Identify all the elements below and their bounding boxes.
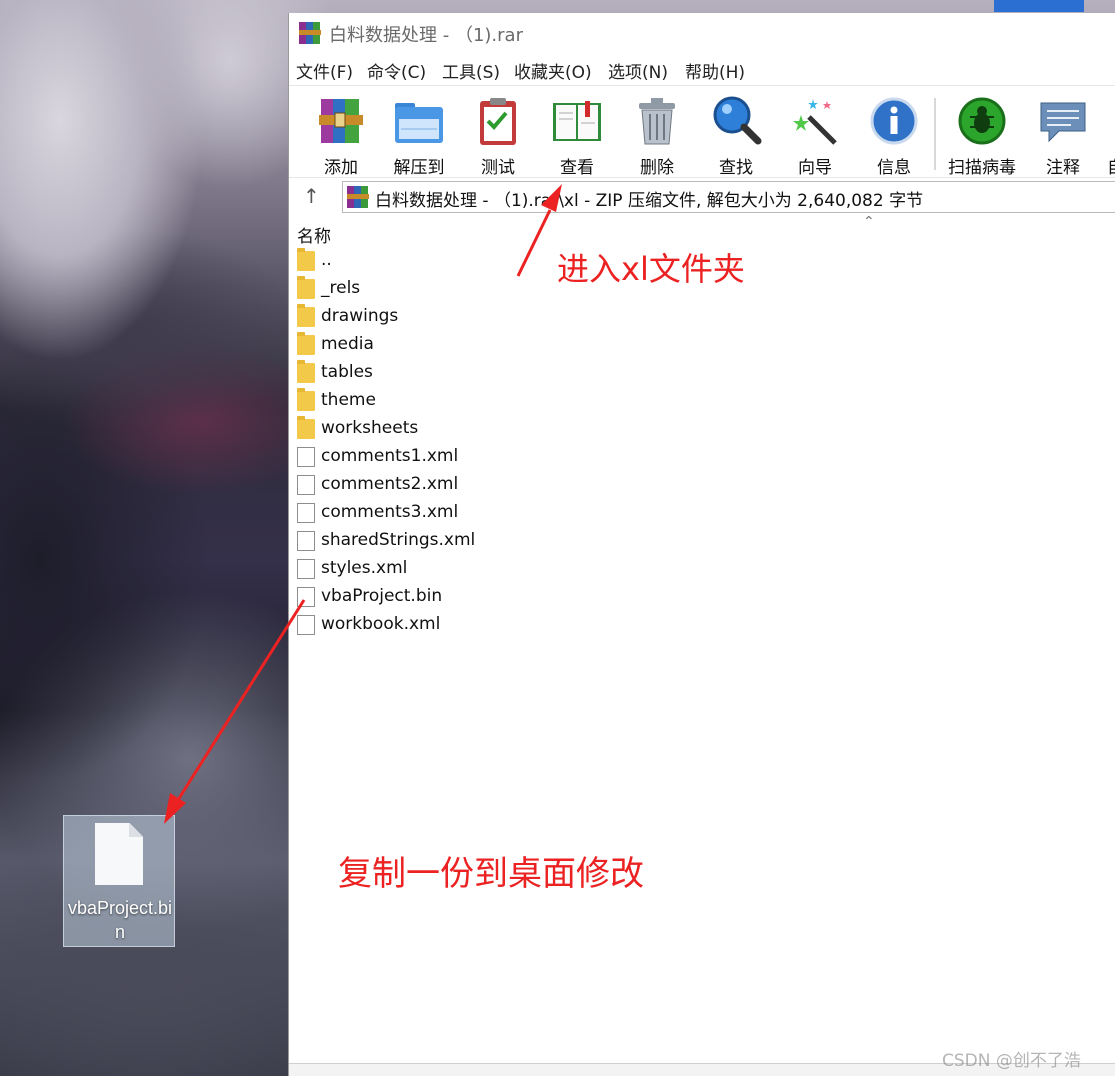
file-icon (297, 531, 315, 551)
file-row[interactable]: comments1.xml (289, 443, 1115, 471)
folder-row[interactable]: media (289, 331, 1115, 359)
toolbar-info-button[interactable]: 信息 (854, 92, 930, 178)
file-icon (297, 475, 315, 495)
menu-favorites[interactable]: 收藏夹(O) (514, 58, 592, 83)
address-bar-row: ↑ 白料数据处理 - （1).rar\xl - ZIP 压缩文件, 解包大小为 … (289, 177, 1115, 215)
folder-row[interactable]: theme (289, 387, 1115, 415)
file-name: vbaProject.bin (321, 586, 443, 606)
taskbar-edge (994, 0, 1084, 12)
toolbar-partial-button[interactable]: 自 (1097, 92, 1115, 178)
file-name: styles.xml (321, 558, 408, 578)
menu-tools[interactable]: 工具(S) (442, 58, 500, 83)
file-row[interactable]: workbook.xml (289, 611, 1115, 639)
file-name: theme (321, 390, 376, 410)
archive-icon (347, 186, 369, 208)
title-bar: 白料数据处理 - （1).rar (289, 13, 1115, 53)
address-field[interactable]: 白料数据处理 - （1).rar\xl - ZIP 压缩文件, 解包大小为 2,… (342, 181, 1115, 213)
file-icon (297, 587, 315, 607)
file-name: drawings (321, 306, 399, 326)
add-archive-icon (319, 99, 363, 143)
file-name: .. (321, 250, 332, 270)
magnifier-icon (713, 96, 762, 145)
folder-icon (297, 332, 315, 355)
file-row[interactable]: styles.xml (289, 555, 1115, 583)
folder-row[interactable]: tables (289, 359, 1115, 387)
file-icon (297, 503, 315, 523)
file-icon (297, 447, 315, 467)
folder-icon (297, 248, 315, 271)
toolbar-wizard-button[interactable]: 向导 (775, 92, 851, 178)
folder-icon (297, 388, 315, 411)
menu-file[interactable]: 文件(F) (296, 58, 353, 83)
address-text: 白料数据处理 - （1).rar\xl - ZIP 压缩文件, 解包大小为 2,… (375, 191, 924, 211)
desktop-icon-label: vbaProject.bin (67, 898, 173, 942)
info-icon (870, 97, 918, 145)
file-name: worksheets (321, 418, 419, 438)
file-name: media (321, 334, 374, 354)
folder-icon (297, 360, 315, 383)
annotation-copy-to-desktop: 复制一份到桌面修改 (338, 854, 644, 894)
sort-ascending-icon: ⌃ (863, 214, 875, 230)
file-row[interactable]: comments3.xml (289, 499, 1115, 527)
file-name: comments3.xml (321, 502, 459, 522)
view-book-icon (553, 101, 601, 141)
folder-icon (297, 276, 315, 299)
menu-help[interactable]: 帮助(H) (685, 58, 745, 83)
virus-scan-icon (958, 97, 1006, 145)
up-arrow-icon[interactable]: ↑ (303, 184, 325, 210)
file-icon (297, 615, 315, 635)
file-name: comments2.xml (321, 474, 459, 494)
file-row[interactable]: comments2.xml (289, 471, 1115, 499)
magic-wand-icon (793, 99, 837, 145)
comment-icon (1040, 102, 1086, 143)
trash-icon (639, 98, 675, 145)
file-name: tables (321, 362, 373, 382)
folder-row[interactable]: drawings (289, 303, 1115, 331)
file-icon (297, 559, 315, 579)
toolbar-extract-button[interactable]: 解压到 (379, 92, 455, 178)
folder-icon (297, 304, 315, 327)
toolbar-virus-scan-button[interactable]: 扫描病毒 (942, 92, 1018, 178)
winrar-window: 白料数据处理 - （1).rar 文件(F) 命令(C) 工具(S) 收藏夹(O… (288, 13, 1115, 1076)
file-name: _rels (321, 278, 361, 298)
toolbar-delete-button[interactable]: 删除 (617, 92, 693, 178)
file-name: comments1.xml (321, 446, 459, 466)
desktop-file-icon[interactable]: vbaProject.bin (63, 815, 175, 947)
toolbar-view-button[interactable]: 查看 (537, 92, 613, 178)
test-clipboard-icon (480, 98, 516, 145)
file-row[interactable]: sharedStrings.xml (289, 527, 1115, 555)
menu-commands[interactable]: 命令(C) (367, 58, 426, 83)
menu-bar: 文件(F) 命令(C) 工具(S) 收藏夹(O) 选项(N) 帮助(H) (289, 53, 1115, 85)
toolbar-add-button[interactable]: 添加 (301, 92, 377, 178)
annotation-enter-xl: 进入xl文件夹 (557, 250, 745, 288)
toolbar: 添加 解压到 测试 查看 删除 查找 向导 信息 扫描病毒 注释 (289, 85, 1115, 178)
extract-to-folder-icon (395, 103, 443, 143)
folder-icon (297, 416, 315, 439)
toolbar-test-button[interactable]: 测试 (458, 92, 534, 178)
file-row[interactable]: vbaProject.bin (289, 583, 1115, 611)
winrar-app-icon (299, 22, 321, 44)
window-title: 白料数据处理 - （1).rar (329, 25, 523, 46)
menu-options[interactable]: 选项(N) (608, 58, 668, 83)
file-name: workbook.xml (321, 614, 441, 634)
column-header-name[interactable]: 名称 (297, 222, 331, 247)
column-header-row: 名称 ⌃ (289, 214, 1115, 247)
toolbar-comment-button[interactable]: 注释 (1023, 92, 1099, 178)
folder-row[interactable]: worksheets (289, 415, 1115, 443)
watermark: CSDN @创不了浩 (942, 1051, 1081, 1071)
file-name: sharedStrings.xml (321, 530, 476, 550)
toolbar-find-button[interactable]: 查找 (696, 92, 772, 178)
